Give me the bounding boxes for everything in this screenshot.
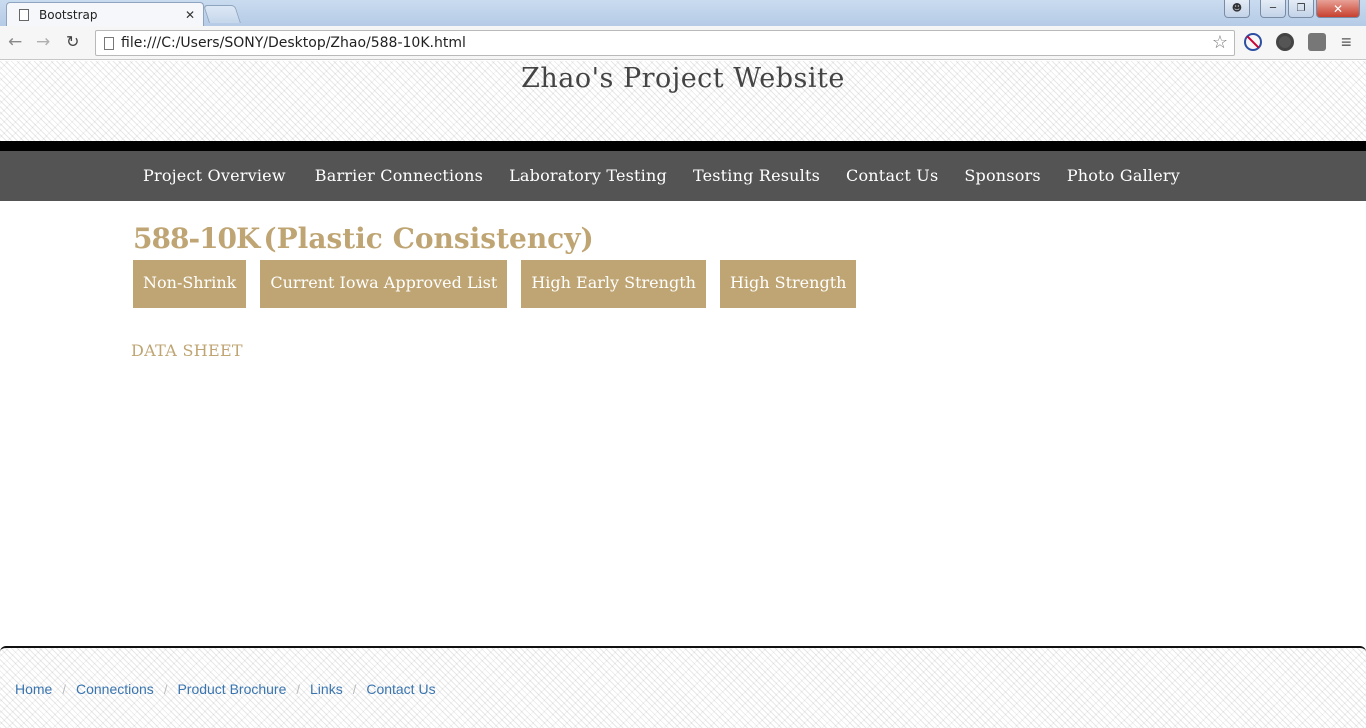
extension-icon[interactable] (1276, 33, 1294, 51)
window-close-icon[interactable]: ✕ (1316, 0, 1360, 18)
bookmark-star-icon[interactable]: ☆ (1212, 32, 1228, 53)
maximize-icon[interactable]: ❐ (1288, 0, 1314, 18)
browser-toolbar: ← → ↻ file:///C:/Users/SONY/Desktop/Zhao… (0, 26, 1366, 60)
main-content: 588-10K (Plastic Consistency) Non-Shrink… (131, 222, 1233, 360)
tag-iowa-approved: Current Iowa Approved List (260, 260, 508, 308)
site-header: Zhao's Project Website (0, 61, 1366, 141)
footer-link-contact-us[interactable]: Contact Us (366, 681, 435, 697)
nav-laboratory-testing[interactable]: Laboratory Testing (496, 151, 680, 201)
tab-title: Bootstrap (39, 8, 98, 22)
footer-link-home[interactable]: Home (15, 681, 52, 697)
shield-extension-icon[interactable] (1308, 33, 1326, 51)
address-url[interactable]: file:///C:/Users/SONY/Desktop/Zhao/588-1… (121, 35, 466, 51)
breadcrumb-separator: / (62, 681, 66, 697)
nav-contact-us[interactable]: Contact Us (833, 151, 951, 201)
nav-barrier-connections[interactable]: Barrier Connections (302, 151, 496, 201)
browser-tab[interactable]: Bootstrap ✕ (6, 2, 204, 27)
data-sheet-link[interactable]: DATA SHEET (131, 341, 1233, 360)
site-title: Zhao's Project Website (521, 63, 845, 94)
window-controls: ☻ ─ ❐ ✕ (1224, 0, 1360, 18)
page-icon (19, 9, 29, 21)
product-code: 588-10K (133, 222, 260, 255)
nav-photo-gallery[interactable]: Photo Gallery (1054, 151, 1193, 201)
address-bar[interactable]: file:///C:/Users/SONY/Desktop/Zhao/588-1… (95, 30, 1235, 56)
header-divider (0, 141, 1366, 151)
back-arrow-icon[interactable]: ← (8, 32, 22, 52)
nav-testing-results[interactable]: Testing Results (680, 151, 833, 201)
breadcrumb-separator: / (352, 681, 357, 697)
forward-arrow-icon[interactable]: → (36, 32, 50, 52)
block-extension-icon[interactable] (1244, 33, 1262, 51)
breadcrumb-separator: / (296, 681, 301, 697)
new-tab-button[interactable] (203, 5, 241, 23)
footer-link-product-brochure[interactable]: Product Brochure (177, 681, 286, 697)
product-tags: Non-Shrink Current Iowa Approved List Hi… (133, 260, 1233, 308)
tag-high-strength: High Strength (719, 260, 857, 308)
browser-menu-icon[interactable]: ≡ (1341, 32, 1352, 53)
tag-high-early-strength: High Early Strength (521, 260, 706, 308)
footer-link-connections[interactable]: Connections (76, 681, 154, 697)
user-profile-icon[interactable]: ☻ (1224, 0, 1250, 18)
footer-breadcrumb: Home / Connections / Product Brochure / … (15, 681, 436, 697)
footer-link-links[interactable]: Links (310, 681, 343, 697)
breadcrumb-separator: / (163, 681, 168, 697)
nav-project-overview[interactable]: Project Overview (130, 151, 302, 201)
tag-non-shrink: Non-Shrink (133, 260, 247, 308)
nav-sponsors[interactable]: Sponsors (951, 151, 1053, 201)
site-footer: Home / Connections / Product Brochure / … (0, 646, 1366, 728)
reload-icon[interactable]: ↻ (66, 32, 79, 51)
tab-close-icon[interactable]: ✕ (185, 8, 195, 22)
product-subtitle: (Plastic Consistency) (263, 222, 594, 255)
minimize-icon[interactable]: ─ (1260, 0, 1286, 18)
main-navbar: Project Overview Barrier Connections Lab… (0, 151, 1366, 201)
page-title: 588-10K (Plastic Consistency) (133, 222, 1233, 255)
document-icon (104, 37, 114, 50)
browser-titlebar: Bootstrap ✕ ☻ ─ ❐ ✕ (0, 0, 1366, 27)
